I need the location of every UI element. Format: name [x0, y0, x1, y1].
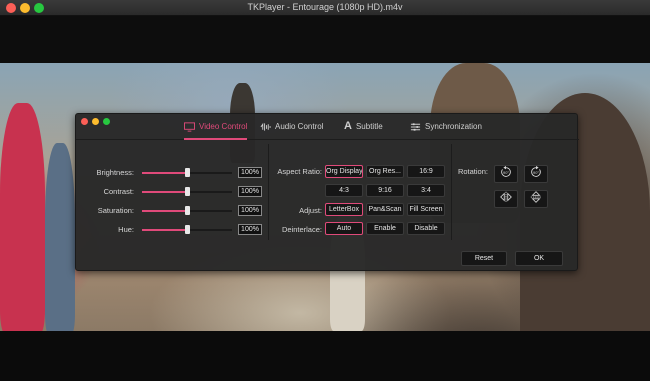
- slider-track-empty: [185, 172, 232, 174]
- brightness-value: 100%: [238, 167, 262, 178]
- tab-subtitle[interactable]: A Subtitle: [344, 120, 383, 140]
- aspect-16-9-button[interactable]: 16:9: [407, 165, 445, 178]
- reset-button[interactable]: Reset: [461, 251, 507, 266]
- brightness-label: Brightness:: [96, 168, 134, 177]
- contrast-slider[interactable]: [142, 187, 232, 196]
- slider-thumb[interactable]: [185, 206, 190, 215]
- adjust-label: Adjust:: [299, 206, 322, 215]
- deinterlace-disable-button[interactable]: Disable: [407, 222, 445, 235]
- section-divider: [268, 144, 269, 240]
- ok-button[interactable]: OK: [515, 251, 563, 266]
- adjust-fill-screen-button[interactable]: Fill Screen: [407, 203, 445, 216]
- tab-video-control[interactable]: Video Control: [184, 122, 248, 140]
- slider-track-empty: [185, 229, 232, 231]
- slider-track-filled: [142, 172, 185, 174]
- deinterlace-enable-button[interactable]: Enable: [366, 222, 404, 235]
- deinterlace-label: Deinterlace:: [281, 225, 322, 234]
- flip-vertical-button[interactable]: [524, 190, 548, 208]
- flip-vertical-icon: [529, 190, 543, 209]
- contrast-label: Contrast:: [103, 187, 134, 196]
- aspect-ratio-label: Aspect Ratio:: [277, 167, 322, 176]
- flip-horizontal-button[interactable]: [494, 190, 518, 208]
- tab-label: Video Control: [199, 122, 248, 131]
- player-window: TKPlayer - Entourage (1080p HD).m4v Vide…: [0, 0, 650, 381]
- video-figure: [0, 103, 45, 331]
- rotate-right-icon: 90°: [529, 165, 543, 184]
- saturation-label: Saturation:: [97, 206, 134, 215]
- slider-track-filled: [142, 229, 185, 231]
- adjust-pan-scan-button[interactable]: Pan&Scan: [366, 203, 404, 216]
- rotate-left-text: 90°: [503, 170, 509, 175]
- deinterlace-auto-button[interactable]: Auto: [325, 222, 363, 235]
- video-figure: [45, 143, 75, 331]
- aspect-org-res-button[interactable]: Org Res...: [366, 165, 404, 178]
- section-divider: [451, 144, 452, 240]
- tab-label: Subtitle: [355, 122, 383, 131]
- tab-synchronization[interactable]: Synchronization: [410, 122, 482, 140]
- rotate-right-button[interactable]: 90°: [524, 165, 548, 183]
- slider-track-filled: [142, 191, 185, 193]
- rotation-label: Rotation:: [457, 167, 488, 176]
- window-title: TKPlayer - Entourage (1080p HD).m4v: [247, 2, 403, 12]
- title-bar: TKPlayer - Entourage (1080p HD).m4v: [0, 0, 650, 16]
- slider-track-filled: [142, 210, 185, 212]
- hue-slider[interactable]: [142, 225, 232, 234]
- slider-thumb[interactable]: [185, 168, 190, 177]
- letter-a-icon: A: [344, 120, 352, 132]
- audio-wave-icon: [260, 122, 271, 134]
- tab-label: Audio Control: [275, 122, 324, 131]
- aspect-4-3-button[interactable]: 4:3: [325, 184, 363, 197]
- saturation-value: 100%: [238, 205, 262, 216]
- rotate-left-icon: 90°: [499, 165, 513, 184]
- slider-thumb[interactable]: [185, 225, 190, 234]
- aspect-9-16-button[interactable]: 9:16: [366, 184, 404, 197]
- rotate-right-text: 90°: [533, 170, 539, 175]
- video-settings-panel: Video Control Audio Control A Subtitle S…: [75, 113, 579, 271]
- slider-track-empty: [185, 191, 232, 193]
- brightness-slider[interactable]: [142, 168, 232, 177]
- hue-value: 100%: [238, 224, 262, 235]
- tab-label: Synchronization: [425, 122, 482, 131]
- slider-thumb[interactable]: [185, 187, 190, 196]
- monitor-icon: [184, 122, 195, 134]
- panel-tabs: Video Control Audio Control A Subtitle S…: [76, 114, 579, 140]
- contrast-value: 100%: [238, 186, 262, 197]
- slider-track-empty: [185, 210, 232, 212]
- sliders-icon: [410, 122, 421, 134]
- aspect-org-display-button[interactable]: Org Display: [325, 165, 363, 178]
- rotate-left-button[interactable]: 90°: [494, 165, 518, 183]
- aspect-3-4-button[interactable]: 3:4: [407, 184, 445, 197]
- hue-label: Hue:: [118, 225, 134, 234]
- flip-horizontal-icon: [499, 190, 513, 209]
- tab-audio-control[interactable]: Audio Control: [260, 122, 323, 140]
- saturation-slider[interactable]: [142, 206, 232, 215]
- adjust-letterbox-button[interactable]: LetterBox: [325, 203, 363, 216]
- letterbox-bottom: [0, 331, 650, 381]
